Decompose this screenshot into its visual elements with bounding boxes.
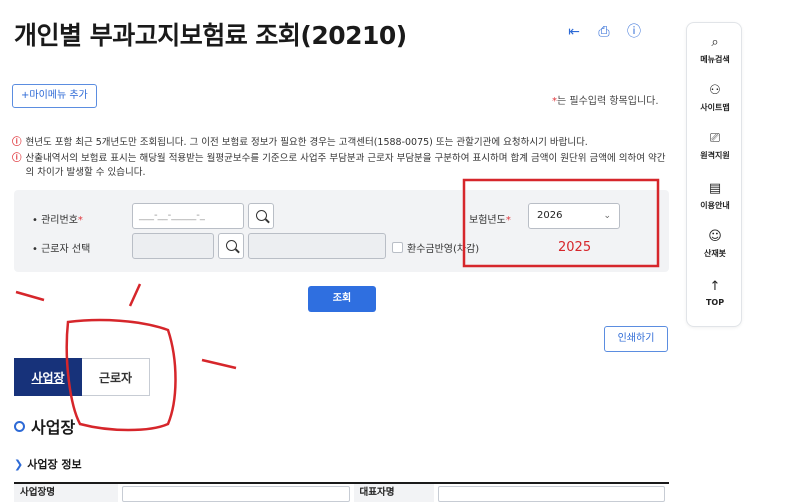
annotation-stroke: [201, 358, 237, 370]
annotation-text: 2025: [558, 240, 592, 255]
annotation-stroke: [128, 283, 142, 307]
annotation-layer: [15, 178, 660, 432]
annotation-circle: [65, 318, 177, 432]
page: 개인별 부과고지보험료 조회(20210) ⇤ ⎙ ⓘ +마이메뉴 추가 *는 …: [0, 0, 800, 502]
annotation-stroke: [15, 290, 45, 302]
